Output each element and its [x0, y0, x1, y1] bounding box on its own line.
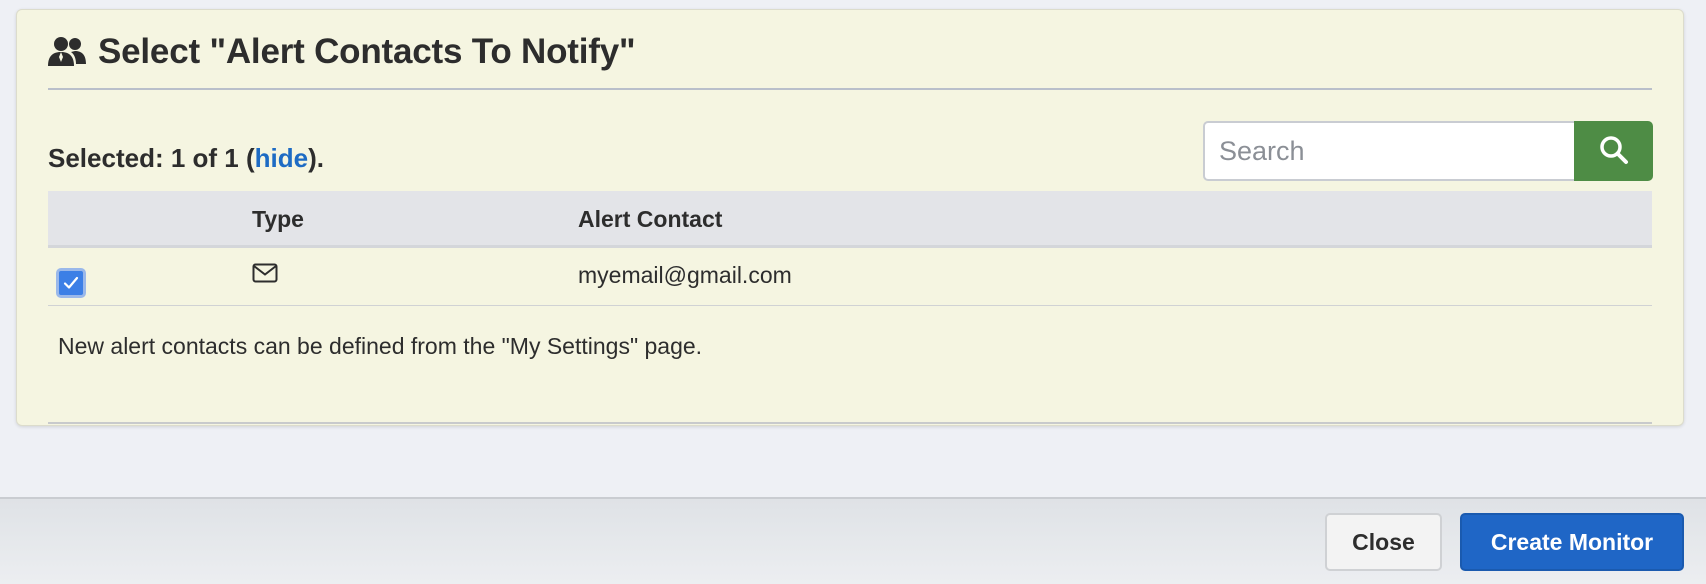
search-group	[1203, 121, 1653, 181]
hide-link[interactable]: hide	[255, 143, 308, 173]
selection-suffix: ).	[308, 143, 324, 173]
column-header-alert-contact: Alert Contact	[578, 206, 723, 232]
selection-prefix: Selected: 1 of 1 (	[48, 143, 255, 173]
users-icon	[48, 35, 88, 69]
alert-contacts-note: New alert contacts can be defined from t…	[58, 333, 703, 359]
bottom-divider	[48, 422, 1652, 424]
panel-title: Select "Alert Contacts To Notify"	[98, 32, 636, 71]
column-header-type: Type	[252, 206, 304, 232]
title-divider	[48, 88, 1652, 90]
search-input[interactable]	[1203, 121, 1574, 181]
alert-contacts-panel: Select "Alert Contacts To Notify" Select…	[16, 9, 1684, 426]
modal-footer: Close Create Monitor	[0, 497, 1706, 584]
selection-summary: Selected: 1 of 1 (hide).	[48, 143, 324, 174]
alert-contact-email: myemail@gmail.com	[578, 262, 792, 288]
table-row: myemail@gmail.com	[48, 248, 1652, 306]
close-button[interactable]: Close	[1325, 513, 1442, 571]
envelope-icon	[252, 263, 278, 288]
search-icon	[1599, 135, 1629, 168]
checkmark-icon	[63, 276, 79, 289]
create-monitor-button[interactable]: Create Monitor	[1460, 513, 1684, 571]
table-header: Type Alert Contact	[48, 191, 1652, 248]
search-button[interactable]	[1574, 121, 1653, 181]
panel-header: Select "Alert Contacts To Notify"	[48, 32, 636, 72]
alert-contacts-table: Type Alert Contact myemail@gmail.com	[48, 191, 1652, 306]
row-checkbox[interactable]	[56, 268, 86, 298]
